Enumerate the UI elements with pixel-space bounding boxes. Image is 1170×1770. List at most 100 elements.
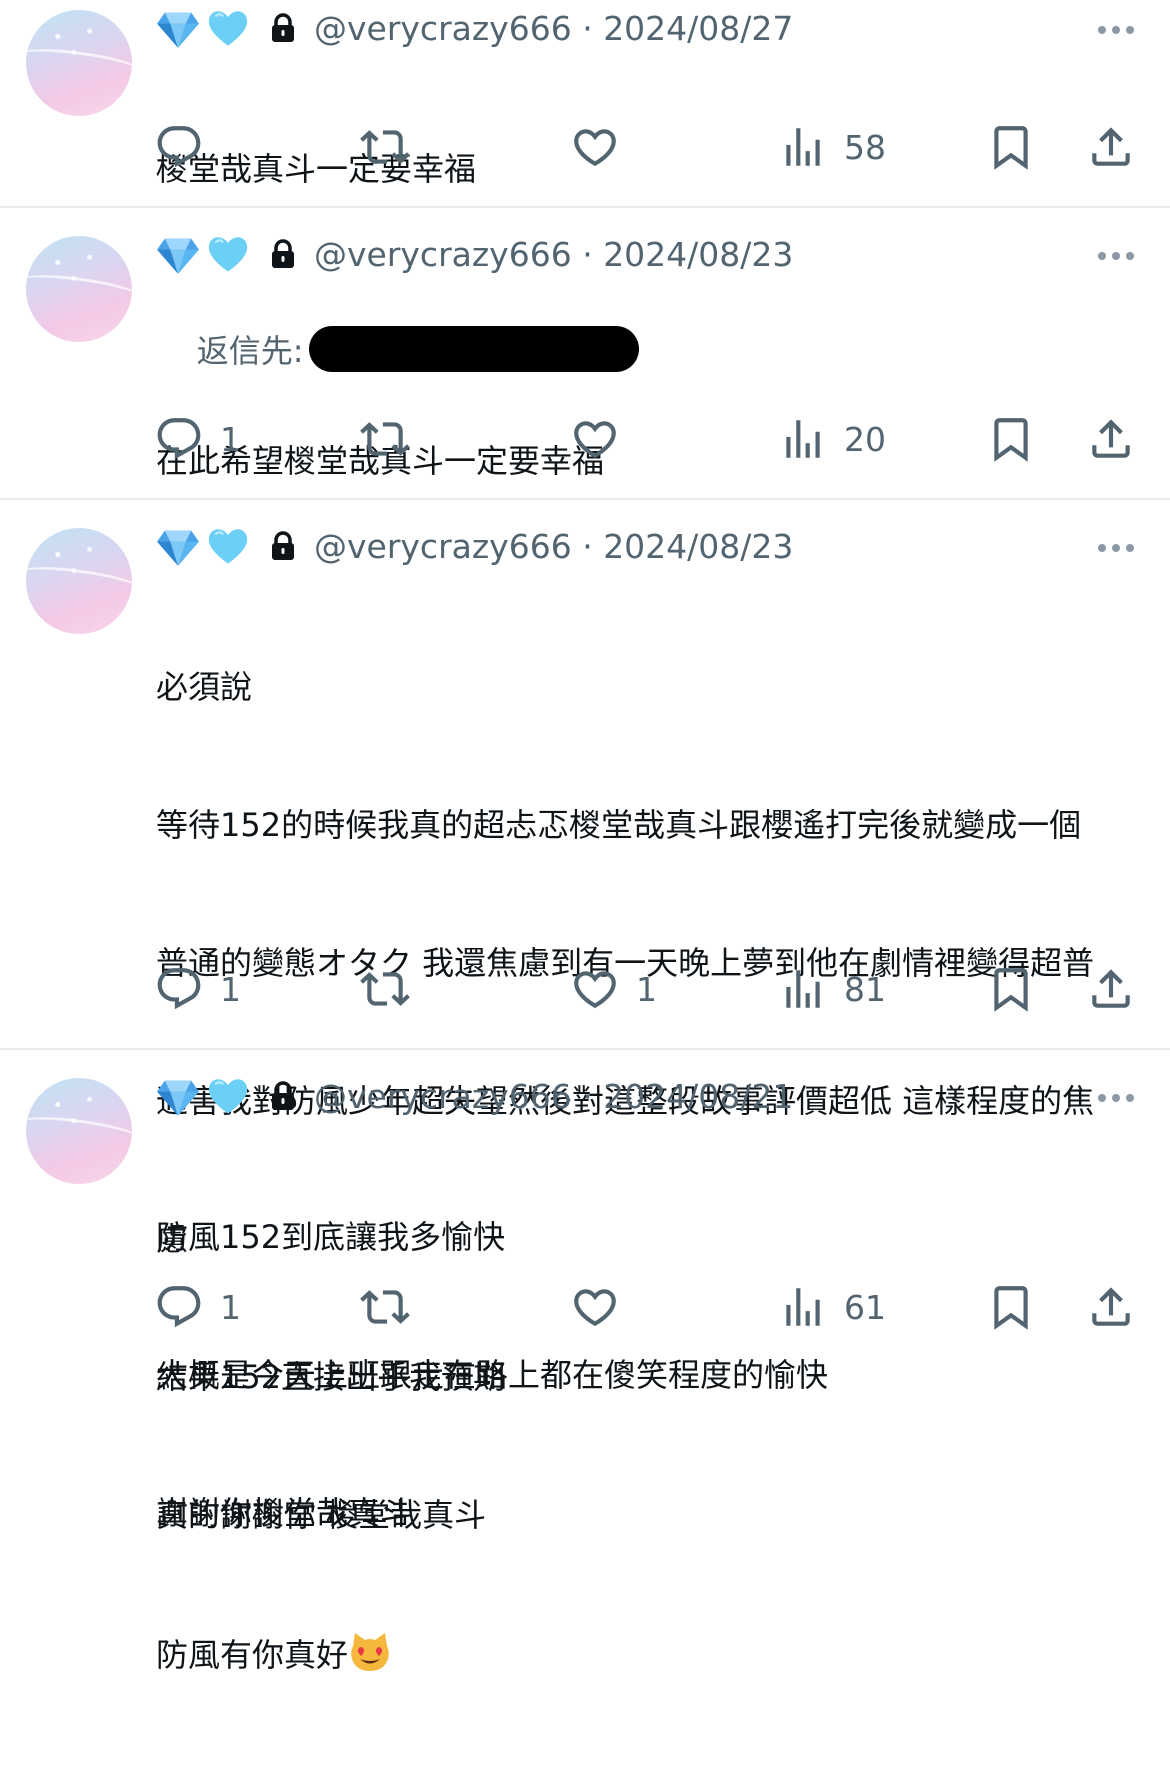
- tweet-date[interactable]: 2024/08/23: [603, 527, 793, 566]
- retweet-button[interactable]: [360, 959, 410, 1019]
- retweet-button[interactable]: [360, 1277, 410, 1337]
- like-button[interactable]: 1: [570, 959, 657, 1019]
- tweet-header: @verycrazy666 · 2024/08/23: [156, 232, 1130, 276]
- like-button[interactable]: [570, 117, 636, 177]
- views-icon: [778, 1282, 828, 1332]
- like-button[interactable]: [570, 409, 636, 469]
- bookmark-icon: [986, 414, 1036, 464]
- avatar[interactable]: [26, 1078, 132, 1184]
- lock-icon: [270, 531, 296, 561]
- heart-icon: [570, 964, 620, 1014]
- lock-icon: [270, 13, 296, 43]
- reply-button[interactable]: 1: [154, 959, 241, 1019]
- reply-button[interactable]: 1: [154, 1277, 241, 1337]
- view-count: 61: [844, 1287, 886, 1327]
- gem-icon: [156, 524, 200, 568]
- more-options-icon[interactable]: [1094, 538, 1138, 558]
- reply-icon: [154, 1282, 204, 1332]
- bookmark-icon: [986, 122, 1036, 172]
- more-options-icon[interactable]: [1094, 246, 1138, 266]
- heart-icon: [570, 1282, 620, 1332]
- views-icon: [778, 122, 828, 172]
- tweet-date[interactable]: 2024/08/23: [603, 235, 793, 274]
- user-handle[interactable]: @verycrazy666: [314, 1077, 572, 1116]
- views-icon: [778, 414, 828, 464]
- retweet-icon: [360, 1282, 410, 1332]
- more-options-icon[interactable]: [1094, 1088, 1138, 1108]
- avatar[interactable]: [26, 236, 132, 342]
- tweet-date[interactable]: 2024/08/27: [603, 9, 793, 48]
- action-bar: 1 1 81: [0, 959, 1170, 1019]
- bookmark-button[interactable]: [986, 959, 1036, 1019]
- share-button[interactable]: [1086, 409, 1136, 469]
- separator-dot: ·: [571, 526, 604, 566]
- share-button[interactable]: [1086, 1277, 1136, 1337]
- avatar[interactable]: [26, 528, 132, 634]
- blue-heart-icon: [206, 1074, 250, 1118]
- separator-dot: ·: [571, 234, 604, 274]
- tweet-line: 大概是今天上班跟走在路上都在傻笑程度的愉快: [156, 1356, 829, 1394]
- gem-icon: [156, 232, 200, 276]
- reply-count: 1: [220, 1287, 241, 1327]
- lock-icon: [270, 1081, 296, 1111]
- views-button[interactable]: 81: [778, 959, 886, 1019]
- blue-heart-icon: [206, 524, 250, 568]
- share-icon: [1086, 414, 1136, 464]
- tweet-date[interactable]: 2024/08/21: [603, 1077, 793, 1116]
- tweet-4[interactable]: @verycrazy666 · 2024/08/21 防風152到底讓我多愉快 …: [0, 1050, 1170, 1532]
- tweet-text: 防風152到底讓我多愉快 大概是今天上班跟走在路上都在傻笑程度的愉快 謝謝你椶堂…: [156, 1122, 1146, 1628]
- tweet-header: @verycrazy666 · 2024/08/23: [156, 524, 1130, 568]
- more-options-icon[interactable]: [1094, 20, 1138, 40]
- views-icon: [778, 964, 828, 1014]
- tweet-3[interactable]: @verycrazy666 · 2024/08/23 必須說 等待152的時候我…: [0, 500, 1170, 1674]
- bookmark-button[interactable]: [986, 1277, 1036, 1337]
- action-bar: 58: [0, 117, 1170, 177]
- reply-button[interactable]: [154, 117, 220, 177]
- view-count: 81: [844, 969, 886, 1009]
- retweet-icon: [360, 122, 410, 172]
- view-count: 58: [844, 127, 886, 167]
- retweet-icon: [360, 414, 410, 464]
- gem-icon: [156, 1074, 200, 1118]
- bookmark-button[interactable]: [986, 117, 1036, 177]
- tweet-line: 等待152的時候我真的超忐忑椶堂哉真斗跟櫻遙打完後就變成一個: [156, 806, 1082, 844]
- tweet-header: @verycrazy666 · 2024/08/21: [156, 1074, 1130, 1118]
- reply-button[interactable]: 1: [154, 409, 241, 469]
- user-handle[interactable]: @verycrazy666: [314, 235, 572, 274]
- reply-count: 1: [220, 419, 241, 459]
- views-button[interactable]: 61: [778, 1277, 886, 1337]
- like-count: 1: [636, 969, 657, 1009]
- tweet-line: 謝謝你椶堂哉真斗: [156, 1494, 413, 1532]
- bookmark-icon: [986, 1282, 1036, 1332]
- bookmark-button[interactable]: [986, 409, 1036, 469]
- reply-icon: [154, 414, 204, 464]
- tweet-line-with-emoji: 防風有你真好: [156, 1630, 1146, 1678]
- retweet-icon: [360, 964, 410, 1014]
- share-button[interactable]: [1086, 959, 1136, 1019]
- retweet-button[interactable]: [360, 117, 410, 177]
- blue-heart-icon: [206, 232, 250, 276]
- tweet-header: @verycrazy666 · 2024/08/27: [156, 6, 1130, 50]
- like-button[interactable]: [570, 1277, 636, 1337]
- separator-dot: ·: [571, 8, 604, 48]
- views-button[interactable]: 20: [778, 409, 886, 469]
- separator-dot: ·: [571, 1076, 604, 1116]
- heart-icon: [570, 122, 620, 172]
- reply-icon: [154, 964, 204, 1014]
- user-handle[interactable]: @verycrazy666: [314, 9, 572, 48]
- lock-icon: [270, 239, 296, 269]
- views-button[interactable]: 58: [778, 117, 886, 177]
- blue-heart-icon: [206, 6, 250, 50]
- share-icon: [1086, 122, 1136, 172]
- bookmark-icon: [986, 964, 1036, 1014]
- share-button[interactable]: [1086, 117, 1136, 177]
- heart-icon: [570, 414, 620, 464]
- tweet-1[interactable]: @verycrazy666 · 2024/08/27 椶堂哉真斗一定要幸福 58: [0, 0, 1170, 206]
- gem-icon: [156, 6, 200, 50]
- share-icon: [1086, 1282, 1136, 1332]
- avatar[interactable]: [26, 10, 132, 116]
- user-handle[interactable]: @verycrazy666: [314, 527, 572, 566]
- tweet-2[interactable]: @verycrazy666 · 2024/08/23 返信先: 在此希望椶堂哉真…: [0, 208, 1170, 498]
- retweet-button[interactable]: [360, 409, 410, 469]
- tweet-line: 必須說: [156, 668, 253, 706]
